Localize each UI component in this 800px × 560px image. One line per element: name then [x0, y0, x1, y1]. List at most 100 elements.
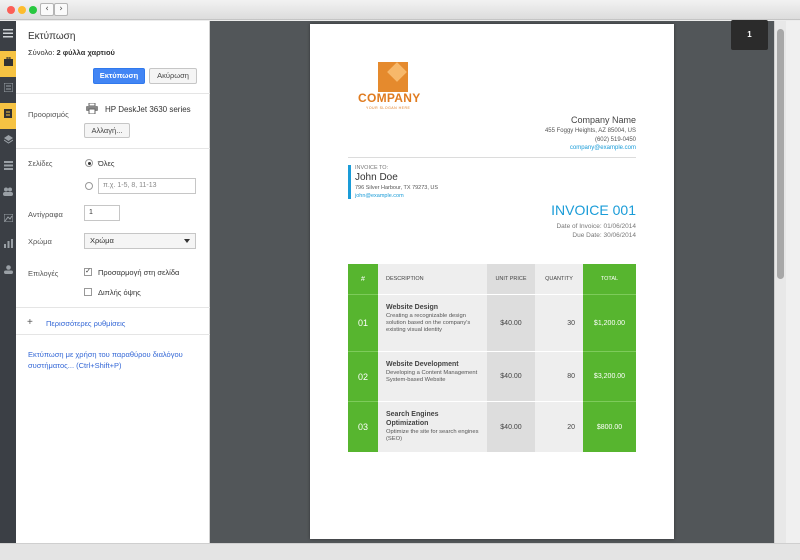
layers-icon[interactable] — [0, 129, 16, 155]
company-phone: (602) 519-0450 — [594, 137, 636, 143]
client-address: 796 Silver Harbour, TX 79273, US — [355, 185, 439, 191]
print-dialog-title: Εκτύπωση — [28, 31, 76, 42]
invoice-due-date: Due Date: 30/06/2014 — [572, 232, 636, 239]
sheet-total: Σύνολο: 2 φύλλα χαρτιού — [28, 48, 115, 57]
pages-range-radio[interactable] — [85, 182, 93, 190]
close-window-button[interactable] — [7, 6, 15, 14]
browser-window: ‹ › Εκτύπωση Σύνολο: 2 φύλλα χαρτιού Εκτ… — [0, 0, 800, 560]
item-number: 01 — [348, 294, 378, 351]
app-sidebar — [0, 21, 16, 543]
bill-to-label: INVOICE TO: — [355, 165, 389, 171]
minimize-window-button[interactable] — [18, 6, 26, 14]
printer-icon — [86, 103, 98, 114]
zoom-window-button[interactable] — [29, 6, 37, 14]
print-dialog: Εκτύπωση Σύνολο: 2 φύλλα χαρτιού Εκτύπωσ… — [16, 21, 210, 543]
item-unit-price: $40.00 — [487, 351, 535, 401]
list-icon[interactable] — [0, 77, 16, 103]
divider — [348, 157, 636, 158]
item-description-cell: Website Development Developing a Content… — [378, 351, 487, 401]
status-bar — [0, 543, 800, 560]
stack-icon[interactable] — [0, 155, 16, 181]
printer-name: HP DeskJet 3630 series — [105, 105, 191, 114]
fit-to-page-label: Προσαρμογή στη σελίδα — [98, 268, 180, 277]
client-email: john@example.com — [355, 193, 404, 199]
divider — [16, 334, 210, 335]
back-button[interactable]: ‹ — [40, 3, 54, 16]
invoice-title: INVOICE 001 — [551, 202, 636, 218]
cancel-button[interactable]: Ακύρωση — [149, 68, 197, 84]
item-total: $3,200.00 — [583, 351, 636, 401]
sheet-total-label: Σύνολο: — [28, 48, 55, 57]
invoice-page: COMPANY YOUR SLOGAN HERE Company Name 45… — [310, 24, 674, 539]
table-row: 01 Website Design Creating a recognizabl… — [348, 294, 636, 351]
column-header: DESCRIPTION — [378, 264, 487, 294]
company-name: Company Name — [570, 115, 636, 125]
table-row: 03 Search Engines Optimization Optimize … — [348, 401, 636, 452]
item-description: Creating a recognizable design solution … — [386, 313, 471, 333]
image-icon[interactable] — [0, 207, 16, 233]
company-address: 455 Foggy Heights, AZ 85004, US — [544, 128, 636, 134]
column-header: QUANTITY — [535, 264, 583, 294]
suitcase-icon[interactable] — [0, 51, 16, 77]
item-unit-price: $40.00 — [487, 401, 535, 452]
chart-icon[interactable] — [0, 233, 16, 259]
more-settings-link[interactable]: Περισσότερες ρυθμίσεις — [46, 319, 125, 328]
divider — [16, 93, 210, 94]
item-description-cell: Search Engines Optimization Optimize the… — [378, 401, 487, 452]
preview-scrollbar[interactable] — [774, 21, 786, 543]
table-row: 02 Website Development Developing a Cont… — [348, 351, 636, 401]
duplex-checkbox[interactable] — [84, 288, 92, 296]
options-label: Επιλογές — [28, 269, 59, 278]
plus-icon[interactable]: + — [27, 317, 33, 328]
color-select[interactable]: Χρώμα — [84, 233, 196, 249]
page-indicator: 1 — [731, 20, 768, 50]
pages-range-input[interactable]: π.χ. 1-5, 8, 11-13 — [98, 178, 196, 194]
destination-label: Προορισμός — [28, 110, 69, 119]
fit-to-page-checkbox[interactable]: ✓ — [84, 268, 92, 276]
change-printer-button[interactable]: Αλλαγή... — [84, 123, 130, 138]
system-dialog-link[interactable]: Εκτύπωση με χρήση του παραθύρου διαλόγου… — [28, 349, 208, 371]
sheet-total-value: 2 φύλλα χαρτιού — [56, 48, 115, 57]
item-total: $1,200.00 — [583, 294, 636, 351]
color-select-value: Χρώμα — [90, 236, 114, 245]
pages-all-label: Όλες — [98, 159, 115, 168]
item-number: 03 — [348, 401, 378, 452]
item-description: Developing a Content Management System-b… — [386, 370, 478, 383]
forward-button[interactable]: › — [54, 3, 68, 16]
item-total: $800.00 — [583, 401, 636, 452]
scrollbar-thumb[interactable] — [777, 29, 784, 279]
logo-text: COMPANY — [358, 91, 421, 105]
item-quantity: 80 — [535, 351, 583, 401]
client-name: John Doe — [355, 172, 398, 183]
copies-label: Αντίγραφα — [28, 210, 63, 219]
item-number: 02 — [348, 351, 378, 401]
item-description-cell: Website Design Creating a recognizable d… — [378, 294, 487, 351]
item-description: Optimize the site for search engines (SE… — [386, 429, 479, 442]
print-button[interactable]: Εκτύπωση — [93, 68, 145, 84]
company-email: company@example.com — [569, 145, 636, 151]
company-logo-icon — [378, 62, 408, 92]
item-unit-price: $40.00 — [487, 294, 535, 351]
item-name: Website Design — [386, 304, 438, 311]
people-icon[interactable] — [0, 181, 16, 207]
window-edge — [786, 21, 800, 543]
document-icon[interactable] — [0, 103, 16, 129]
item-quantity: 20 — [535, 401, 583, 452]
item-quantity: 30 — [535, 294, 583, 351]
menu-icon[interactable] — [0, 23, 16, 49]
column-header: TOTAL — [583, 264, 636, 294]
copies-input[interactable]: 1 — [84, 205, 120, 221]
invoice-date: Date of Invoice: 01/06/2014 — [556, 223, 636, 230]
divider — [16, 148, 210, 149]
title-bar: ‹ › — [0, 0, 800, 20]
table-header-row: # DESCRIPTION UNIT PRICE QUANTITY TOTAL — [348, 264, 636, 294]
pages-all-radio[interactable] — [85, 159, 93, 167]
column-header: # — [348, 264, 378, 294]
pages-label: Σελίδες — [28, 159, 53, 168]
user-icon[interactable] — [0, 259, 16, 285]
item-name: Website Development — [386, 361, 459, 368]
divider — [16, 307, 210, 308]
column-header: UNIT PRICE — [487, 264, 535, 294]
chevron-down-icon — [184, 239, 190, 243]
item-name: Search Engines Optimization — [386, 411, 439, 427]
